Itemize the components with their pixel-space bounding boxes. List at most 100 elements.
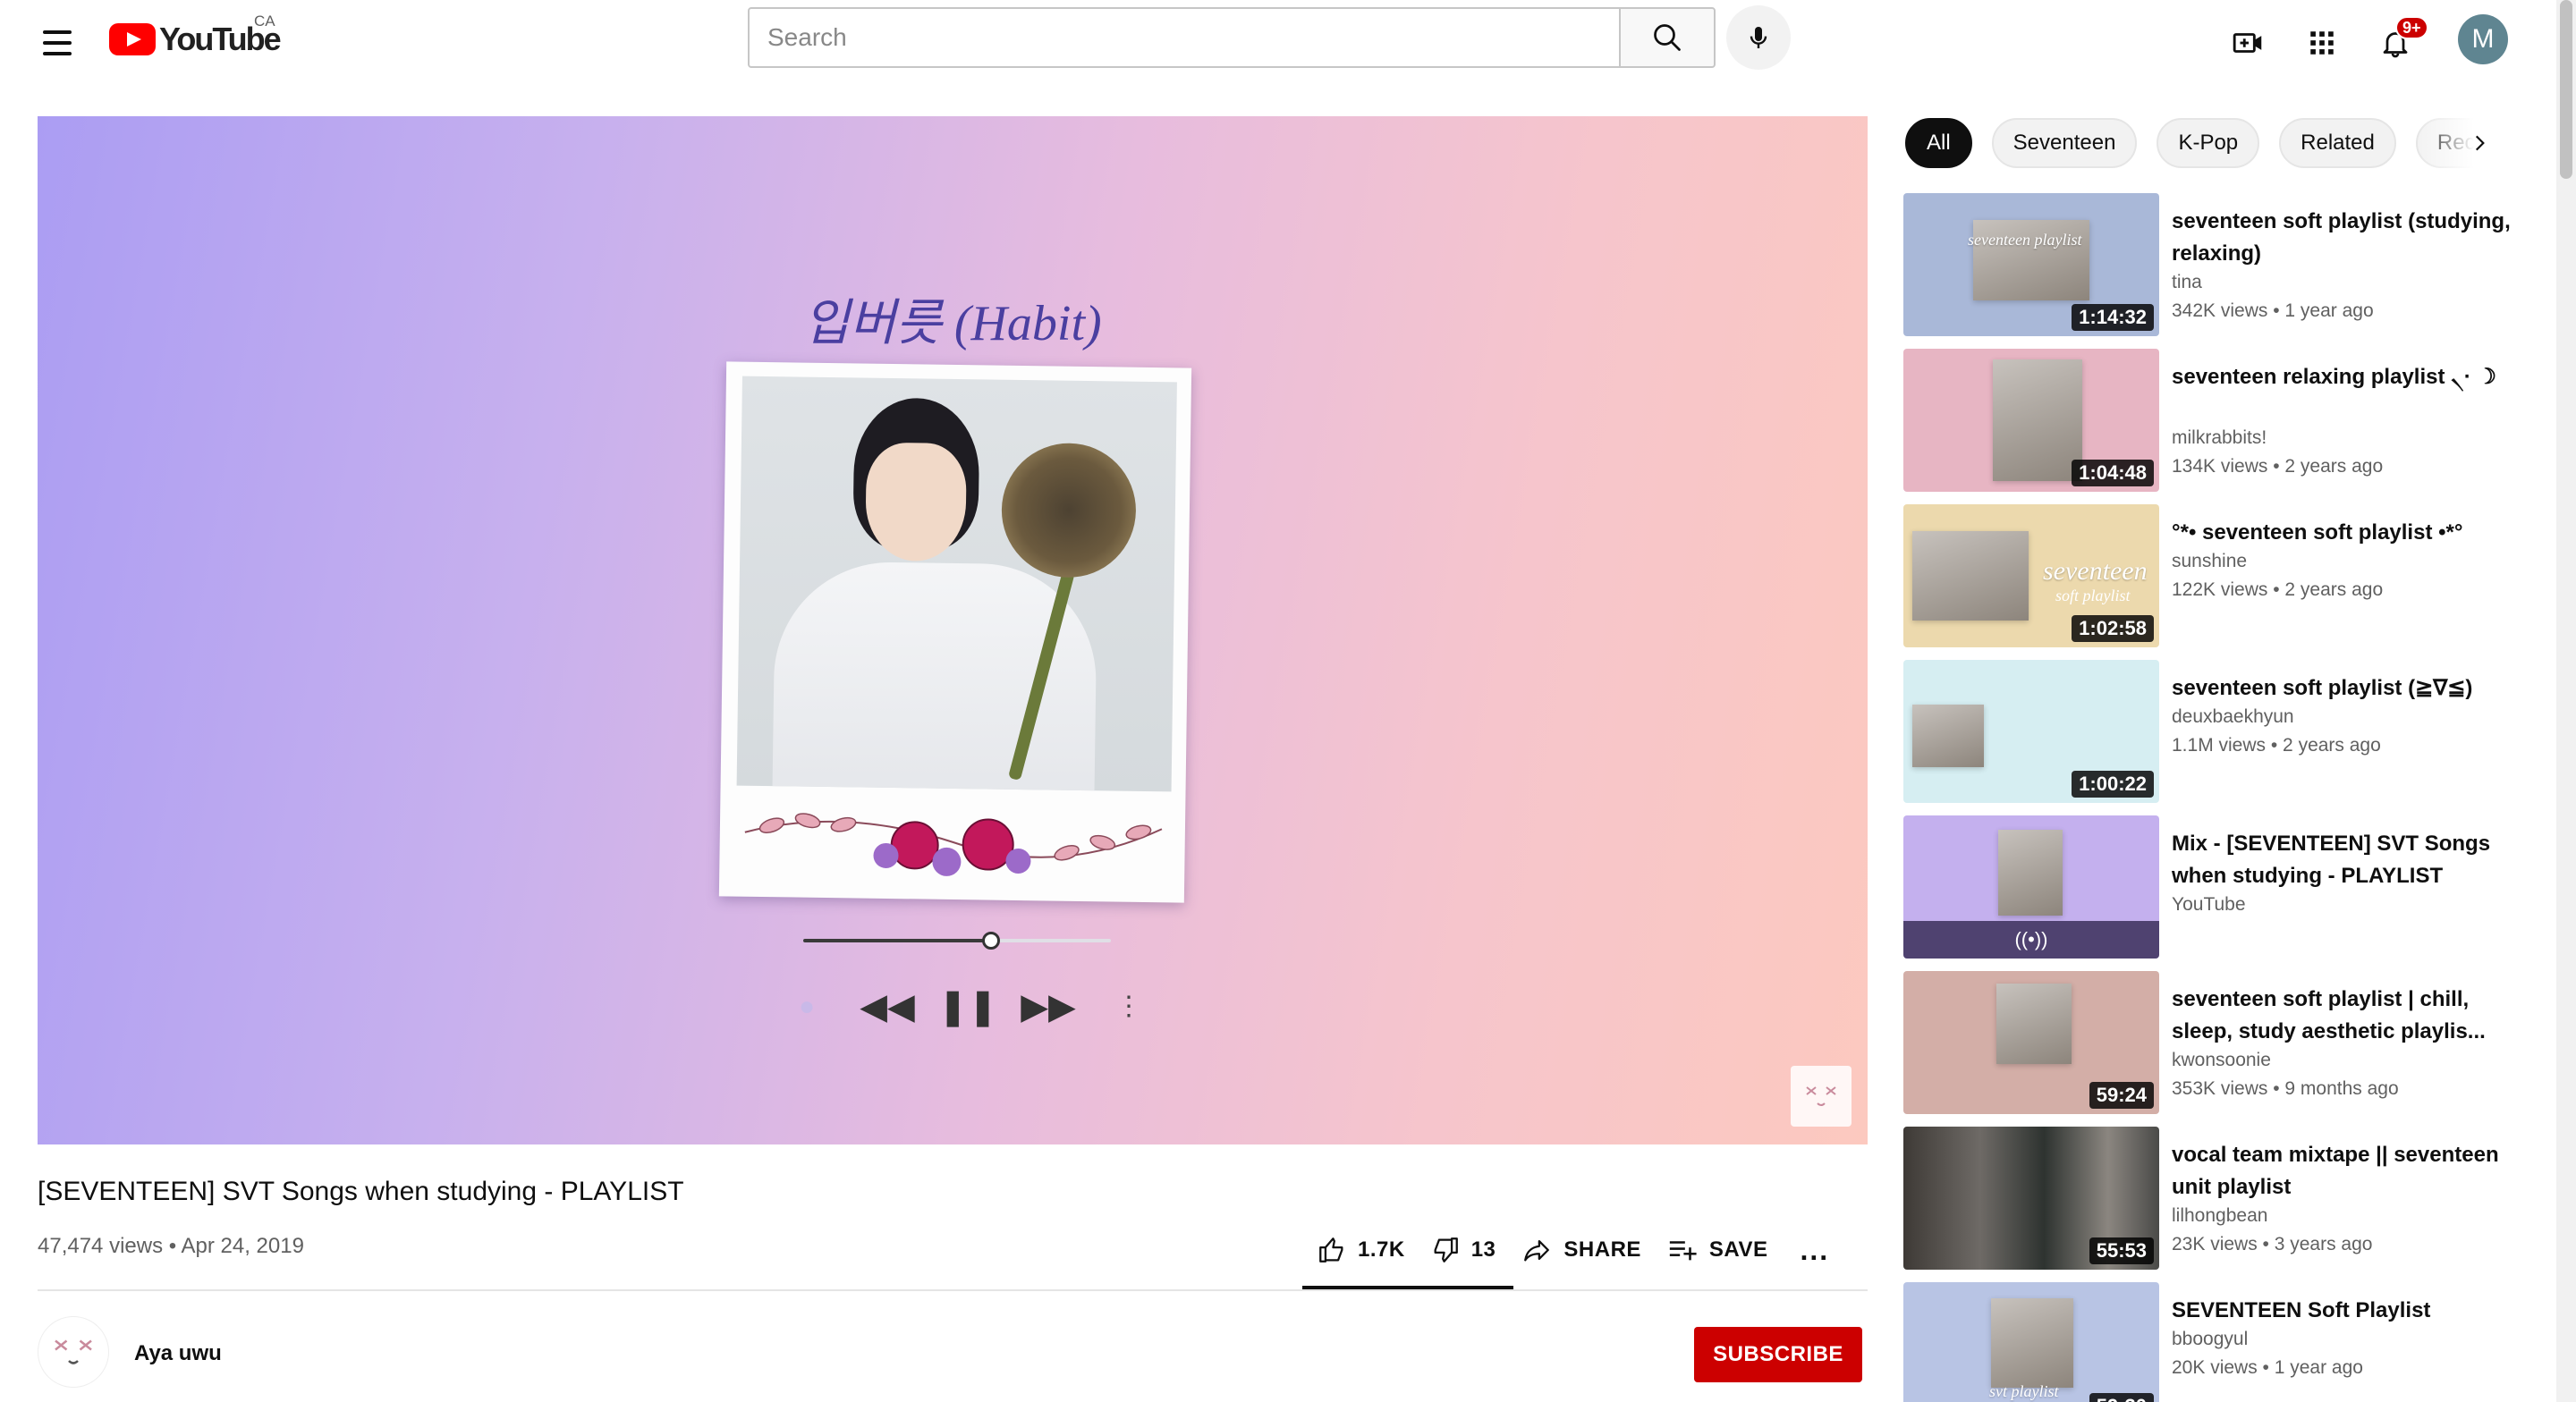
polaroid-photo [736,376,1177,792]
thumbnail-photo [1912,531,2029,621]
recommendation-stats: 1.1M views • 2 years ago [2172,735,2381,756]
create-button[interactable] [2222,16,2275,70]
recommendation-title[interactable]: seventeen relaxing playlist ৲· ☽ [2172,361,2512,393]
notification-count-badge: 9+ [2395,16,2428,39]
embedded-progress-bar [803,932,1111,950]
duration-badge: 1:04:48 [2072,460,2154,486]
apps-button[interactable] [2295,16,2349,70]
account-avatar[interactable]: M [2458,14,2508,64]
channel-name[interactable]: Aya uwu [134,1341,222,1366]
duration-badge: 59:24 [2089,1082,2154,1109]
dislike-button[interactable]: 13 [1418,1225,1509,1275]
thumbnail-text: seventeen [2043,556,2148,586]
search-box [748,7,1633,68]
search-button[interactable] [1619,7,1716,68]
pause-icon: ❚❚ [937,987,998,1026]
video-actions: 1.7K 13 SHARE SAVE ... [1304,1225,1849,1275]
recommendation-item[interactable]: seventeen playlist 1:14:32 seventeen soft … [1903,193,2529,338]
embedded-player-controls: ● ◀◀ ❚❚ ▶▶ ⋮ [780,980,1156,1034]
recommendation-channel[interactable]: YouTube [2172,894,2246,916]
search-input[interactable] [750,9,1631,66]
share-arrow-icon [1524,1239,1550,1262]
search-icon [1654,24,1681,51]
recommendation-item[interactable]: ((•)) Mix - [SEVENTEEN] SVT Songs when st… [1903,815,2529,960]
recommendation-title[interactable]: SEVENTEEN Soft Playlist [2172,1295,2512,1327]
menu-icon[interactable] [36,21,79,64]
recommendation-item[interactable]: svt playlist 59:30 SEVENTEEN Soft Playlist… [1903,1282,2529,1402]
chip-all[interactable]: All [1905,118,1972,168]
more-actions-button[interactable]: ... [1781,1225,1850,1275]
chips-next-button[interactable] [2454,118,2504,168]
recommendation-channel[interactable]: tina [2172,272,2202,293]
recommendation-title[interactable]: °*• seventeen soft playlist •*° [2172,517,2512,549]
recommendation-title[interactable]: vocal team mixtape || seventeen unit pla… [2172,1139,2512,1204]
video-views-date: 47,474 views • Apr 24, 2019 [38,1234,304,1258]
recommendation-item[interactable]: 1:00:22 seventeen soft playlist (≧∇≦) deux… [1903,660,2529,805]
recommendation-item[interactable]: 55:53 vocal team mixtape || seventeen uni… [1903,1127,2529,1271]
video-thumbnail[interactable]: seventeen playlist 1:14:32 [1903,193,2159,336]
chip-related[interactable]: Related [2279,118,2396,168]
country-code: CA [254,13,275,30]
recommendation-item[interactable]: 59:24 seventeen soft playlist | chill, sl… [1903,971,2529,1116]
voice-search-button[interactable] [1726,5,1791,70]
recommendation-stats: 342K views • 1 year ago [2172,300,2374,321]
recommendation-title[interactable]: seventeen soft playlist | chill, sleep, … [2172,984,2512,1048]
thumbnail-photo [1912,705,1984,767]
channel-watermark[interactable] [1791,1066,1852,1127]
notifications-button[interactable]: 9+ [2368,16,2428,70]
recommendation-stats: 23K views • 3 years ago [2172,1234,2373,1254]
recommendation-stats: 20K views • 1 year ago [2172,1357,2363,1378]
duration-badge: 1:00:22 [2072,771,2154,798]
flower-garland [744,813,1163,876]
chip-k-pop[interactable]: K-Pop [2157,118,2260,168]
embedded-progress-knob [982,932,1000,950]
recommendation-title[interactable]: Mix - [SEVENTEEN] SVT Songs when studyin… [2172,828,2512,892]
scrollbar-thumb[interactable] [2560,0,2572,179]
video-thumbnail[interactable]: 1:04:48 [1903,349,2159,492]
video-player[interactable]: 입버릇 (Habit) ● ◀◀ ❚❚ ▶▶ ⋮ [38,116,1868,1144]
video-thumbnail[interactable]: ((•)) [1903,815,2159,959]
chip-seventeen[interactable]: Seventeen [1991,118,2138,168]
duration-badge: 1:02:58 [2072,615,2154,642]
recommendation-channel[interactable]: deuxbaekhyun [2172,706,2294,728]
youtube-play-icon [109,23,156,55]
duration-badge: 55:53 [2089,1237,2154,1264]
recommendation-channel[interactable]: kwonsoonie [2172,1050,2271,1071]
recommendation-stats: 353K views • 9 months ago [2172,1078,2399,1099]
recommendation-stats: 122K views • 2 years ago [2172,579,2384,600]
embedded-progress-fill [803,939,991,942]
microphone-icon [1750,27,1767,48]
recommendation-channel[interactable]: milkrabbits! [2172,427,2267,449]
video-camera-plus-icon [2233,33,2262,53]
avatar-letter: M [2471,24,2495,54]
recommendation-channel[interactable]: bboogyul [2172,1329,2248,1350]
recommendation-title[interactable]: seventeen soft playlist (≧∇≦) [2172,672,2512,705]
recommendation-item[interactable]: seventeen soft playlist 1:02:58 °*• sevente… [1903,504,2529,649]
channel-avatar[interactable] [38,1316,109,1388]
thumbnail-text: seventeen playlist [1968,231,2082,249]
share-button[interactable]: SHARE [1508,1225,1654,1275]
video-thumbnail[interactable]: seventeen soft playlist 1:02:58 [1903,504,2159,647]
recommendation-stats: 134K views • 2 years ago [2172,456,2384,477]
video-thumbnail[interactable]: 55:53 [1903,1127,2159,1270]
mix-radio-icon: ((•)) [1903,921,2159,959]
video-title: [SEVENTEEN] SVT Songs when studying - PL… [38,1177,684,1206]
page-scrollbar[interactable] [2556,0,2576,1402]
subscribe-button[interactable]: SUBSCRIBE [1694,1327,1862,1382]
duration-badge: 1:14:32 [2072,304,2154,331]
person-shirt [772,561,1098,792]
recommendation-item[interactable]: 1:04:48 seventeen relaxing playlist ৲· ☽ m… [1903,349,2529,494]
more-horizontal-icon: ... [1800,1233,1830,1266]
playlist-add-icon [1669,1241,1697,1261]
recommendation-title[interactable]: seventeen soft playlist (studying, relax… [2172,206,2512,270]
video-thumbnail[interactable]: 1:00:22 [1903,660,2159,803]
recommendation-channel[interactable]: lilhongbean [2172,1205,2267,1227]
like-button[interactable]: 1.7K [1304,1225,1418,1275]
cat-face-icon [55,1339,92,1364]
chevron-right-icon [2475,135,2485,151]
video-thumbnail[interactable]: 59:24 [1903,971,2159,1114]
video-thumbnail[interactable]: svt playlist 59:30 [1903,1282,2159,1402]
section-divider [38,1289,1868,1291]
save-button[interactable]: SAVE [1654,1225,1781,1275]
recommendation-channel[interactable]: sunshine [2172,551,2247,572]
